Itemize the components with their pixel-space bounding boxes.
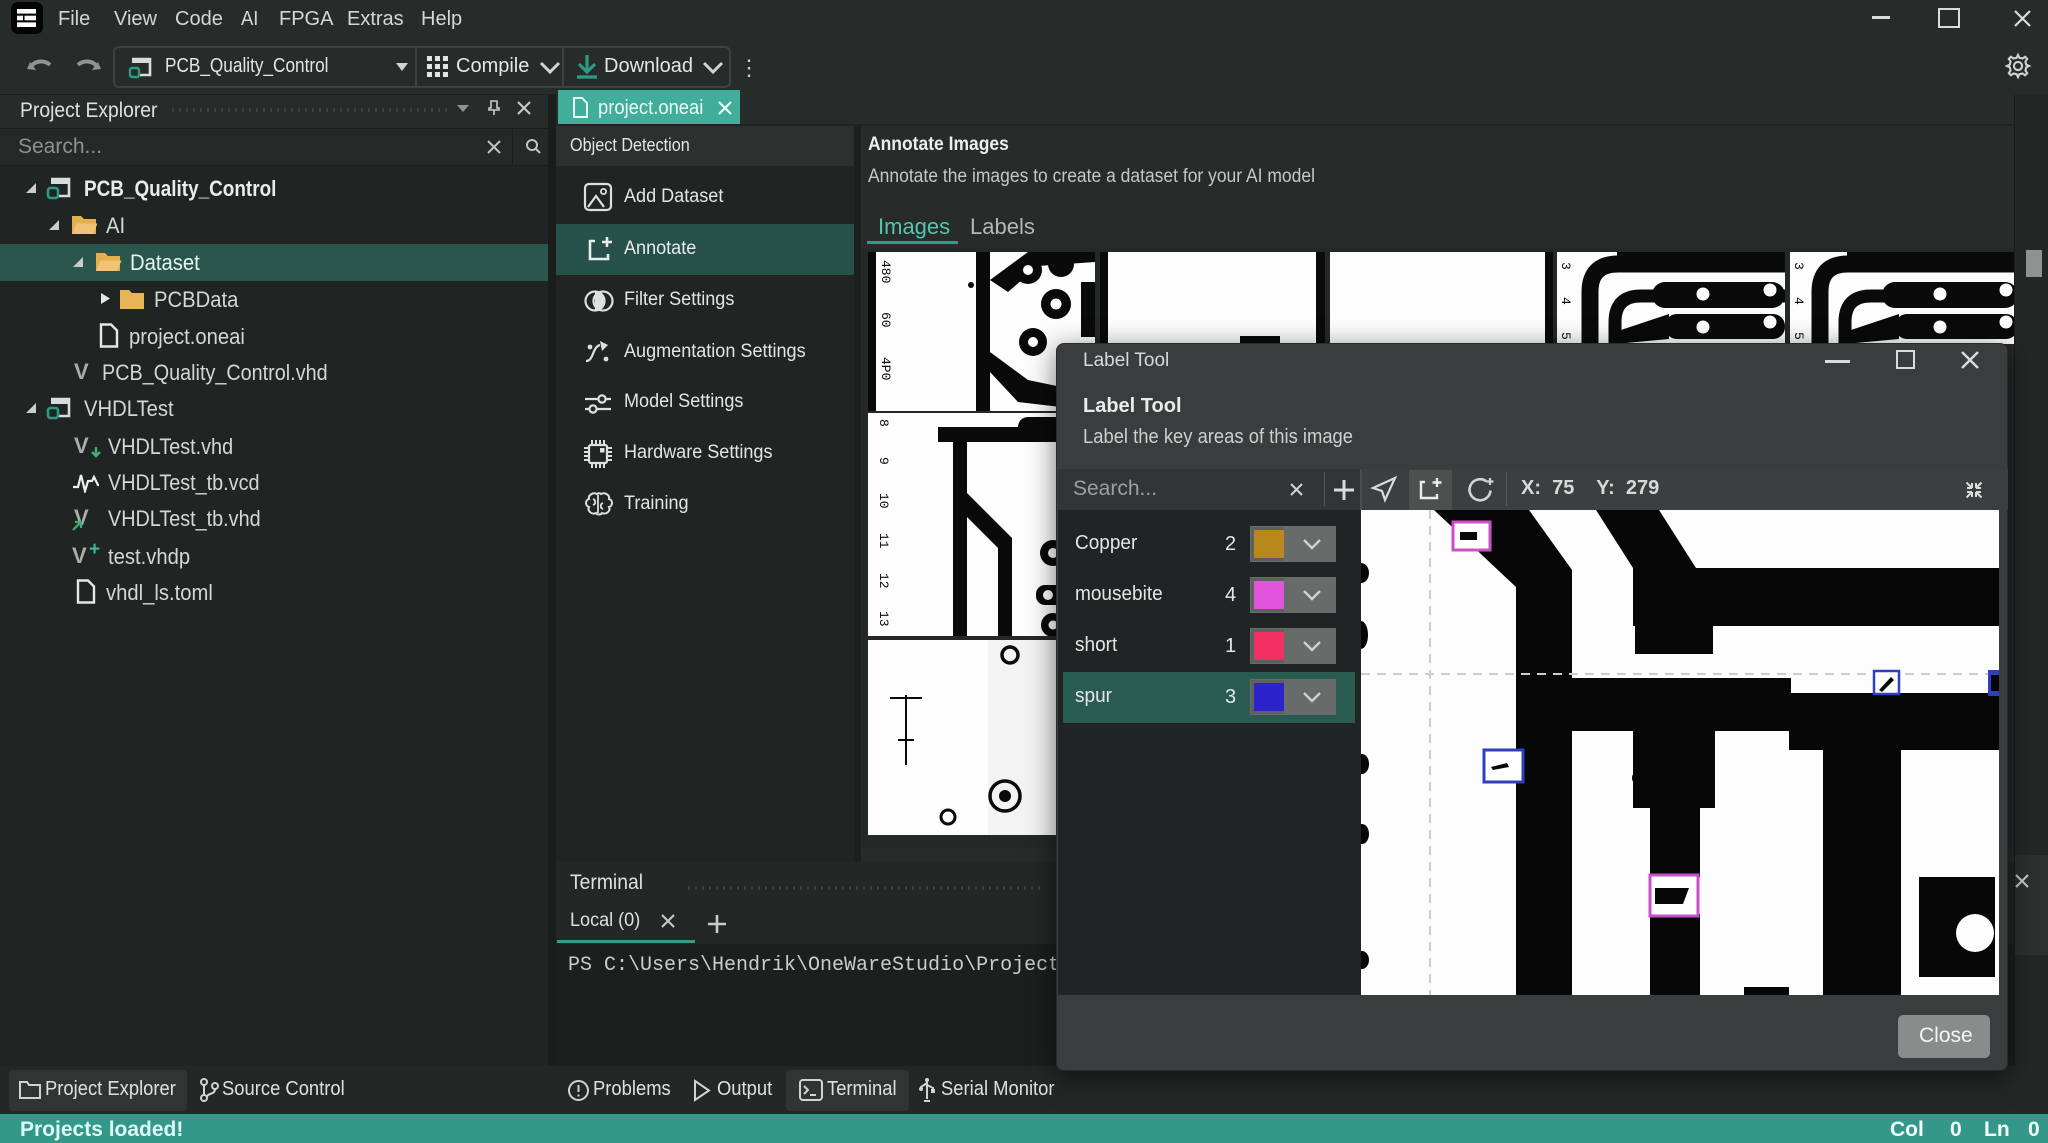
svg-text:4P0: 4P0 [878, 357, 893, 380]
svg-text:12: 12 [876, 573, 891, 589]
svg-text:3: 3 [1558, 262, 1573, 270]
svg-text:3: 3 [1791, 262, 1806, 270]
svg-text:5: 5 [1558, 332, 1573, 340]
svg-text:60: 60 [878, 312, 893, 328]
svg-text:10: 10 [876, 493, 891, 509]
svg-text:8: 8 [876, 419, 891, 427]
svg-text:4: 4 [1791, 297, 1806, 305]
svg-text:480: 480 [878, 260, 893, 283]
svg-text:13: 13 [876, 611, 891, 627]
svg-text:4: 4 [1558, 297, 1573, 305]
svg-text:5: 5 [1791, 332, 1806, 340]
svg-text:9: 9 [876, 457, 891, 465]
svg-text:11: 11 [876, 533, 891, 549]
